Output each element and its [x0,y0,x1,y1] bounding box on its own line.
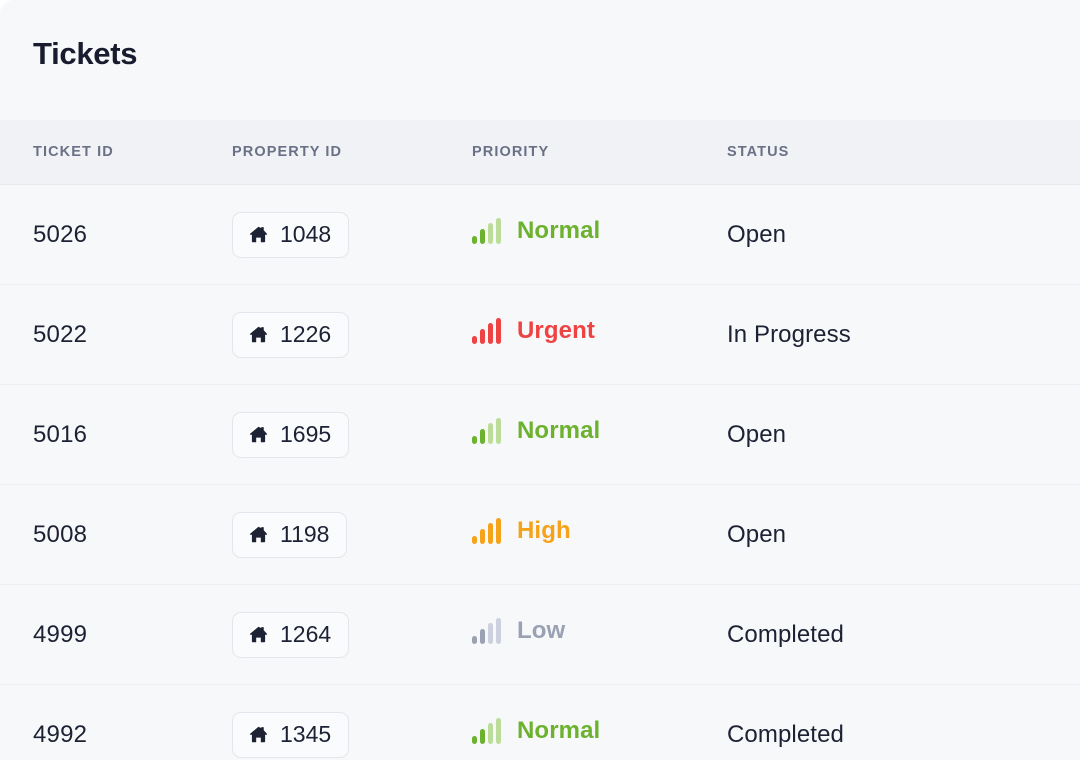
table-body: 5026 1048 Normal Open 5022 1226 Urgent In Progr… [0,184,1080,760]
column-header-ticket-id[interactable]: TICKET ID [0,120,200,185]
priority-label: Low [517,617,566,644]
property-id-badge[interactable]: 1198 [232,511,348,558]
table-header: TICKET ID PROPERTY ID PRIORITY STATUS [0,120,1080,185]
cell-status: Completed [717,684,1080,760]
cell-priority: Normal [460,384,717,485]
cell-ticket-id: 5008 [0,484,200,585]
table-row[interactable]: 5008 1198 High Open [0,484,1080,585]
cell-status: Open [717,484,1080,585]
cell-priority: Normal [460,185,717,285]
house-icon [248,624,269,645]
cell-ticket-id: 4992 [0,684,200,760]
column-header-property-id[interactable]: PROPERTY ID [200,120,460,185]
priority-signal-bars-icon [472,218,501,244]
priority-indicator: Normal [472,717,601,745]
cell-ticket-id: 5026 [33,220,88,248]
property-id-value: 1264 [280,621,332,647]
cell-ticket-id: 5022 [0,284,200,385]
house-icon [248,324,269,345]
house-icon [248,524,269,545]
priority-label: Urgent [517,317,595,344]
priority-indicator: Normal [472,218,600,244]
property-id-value: 1198 [280,521,330,547]
priority-indicator: High [472,518,571,544]
property-id-value: 1226 [280,321,332,347]
cell-status: Open [727,220,787,248]
cell-status: In Progress [717,284,1080,385]
property-id-badge[interactable]: 1048 [232,211,350,258]
tickets-table: TICKET ID PROPERTY ID PRIORITY STATUS 50… [0,120,1080,760]
table-row[interactable]: 5026 1048 Normal Open [0,184,1080,285]
table-row[interactable]: 5016 1695 Normal Open [0,384,1080,485]
table-header-row: TICKET ID PROPERTY ID PRIORITY STATUS [0,120,1080,185]
cell-property-id: 1695 [200,384,460,485]
priority-indicator: Normal [472,418,600,444]
tickets-card: Tickets TICKET ID PROPERTY ID PRIORITY S… [0,0,1080,760]
cell-property-id: 1226 [200,284,460,385]
cell-property-id: 1345 [200,684,460,760]
card-header: Tickets [0,0,1080,120]
priority-signal-bars-icon [472,318,501,344]
property-id-value: 1048 [280,221,332,247]
column-header-status[interactable]: STATUS [717,120,1080,185]
property-id-value: 1345 [280,721,332,748]
priority-signal-bars-icon [472,518,501,544]
house-icon [248,724,269,745]
table-row[interactable]: 4992 1345 Normal Completed [0,684,1080,760]
column-header-priority[interactable]: PRIORITY [460,120,717,185]
cell-property-id: 1264 [200,584,460,685]
priority-signal-bars-icon [472,718,501,745]
priority-signal-bars-icon [472,418,501,444]
priority-label: Normal [517,417,601,444]
priority-signal-bars-icon [472,618,501,644]
table-row[interactable]: 5022 1226 Urgent In Progress [0,284,1080,385]
cell-priority: High [460,484,717,585]
house-icon [248,424,269,445]
table-row[interactable]: 4999 1264 Low Completed [0,584,1080,685]
property-id-badge[interactable]: 1226 [232,311,350,358]
cell-status: Completed [717,584,1080,685]
cell-priority: Urgent [460,284,717,385]
property-id-value: 1695 [280,421,332,447]
house-icon [248,224,269,245]
cell-status: Open [717,384,1080,485]
cell-priority: Normal [460,684,717,760]
cell-ticket-id: 4999 [0,584,200,685]
page-title: Tickets [33,36,138,71]
property-id-badge[interactable]: 1345 [232,711,350,758]
priority-indicator: Urgent [472,318,595,344]
priority-indicator: Low [472,618,565,644]
property-id-badge[interactable]: 1264 [232,611,350,658]
property-id-badge[interactable]: 1695 [232,411,350,458]
priority-label: Normal [517,717,601,745]
cell-priority: Low [460,584,717,685]
cell-property-id: 1198 [200,484,460,585]
cell-property-id: 1048 [200,185,460,285]
priority-label: Normal [517,217,601,244]
priority-label: High [517,517,571,544]
cell-ticket-id: 5016 [0,384,200,485]
